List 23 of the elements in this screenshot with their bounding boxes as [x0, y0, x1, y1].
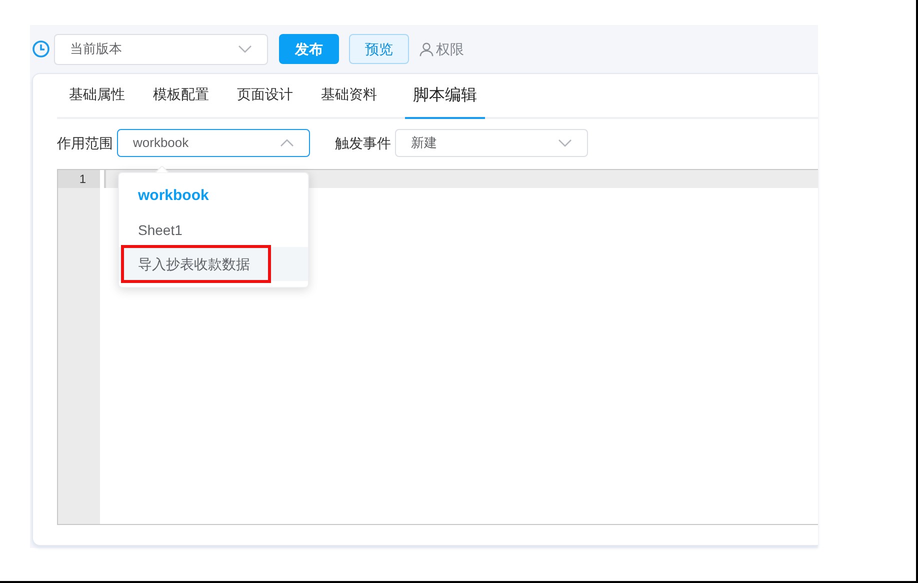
- chevron-down-icon: [558, 139, 572, 147]
- line-number: 1: [58, 170, 100, 188]
- chevron-down-icon: [238, 45, 252, 53]
- filter-select[interactable]: workbook: [117, 129, 310, 157]
- user-icon: [419, 42, 434, 56]
- tab[interactable]: 基础属性: [57, 72, 137, 117]
- tab[interactable]: 基础资料: [309, 72, 389, 117]
- permission-button[interactable]: 权限: [419, 38, 464, 60]
- filter-value: workbook: [133, 134, 189, 152]
- clock-icon[interactable]: [32, 40, 50, 58]
- preview-button[interactable]: 预览: [349, 34, 409, 64]
- version-select-value: 当前版本: [70, 40, 122, 58]
- dropdown-option[interactable]: 导入抄表收款数据: [119, 247, 308, 281]
- tab[interactable]: 模板配置: [141, 72, 221, 117]
- dropdown-option[interactable]: Sheet1: [119, 213, 308, 247]
- tab[interactable]: 页面设计: [225, 72, 305, 117]
- filter-select[interactable]: 新建: [395, 129, 588, 157]
- filter-value: 新建: [411, 134, 437, 152]
- filter-label: 作用范围: [57, 134, 113, 152]
- chevron-up-icon: [280, 139, 294, 147]
- filter-label: 触发事件: [335, 134, 391, 152]
- version-select[interactable]: 当前版本: [54, 34, 268, 64]
- tab[interactable]: 脚本编辑: [405, 74, 485, 119]
